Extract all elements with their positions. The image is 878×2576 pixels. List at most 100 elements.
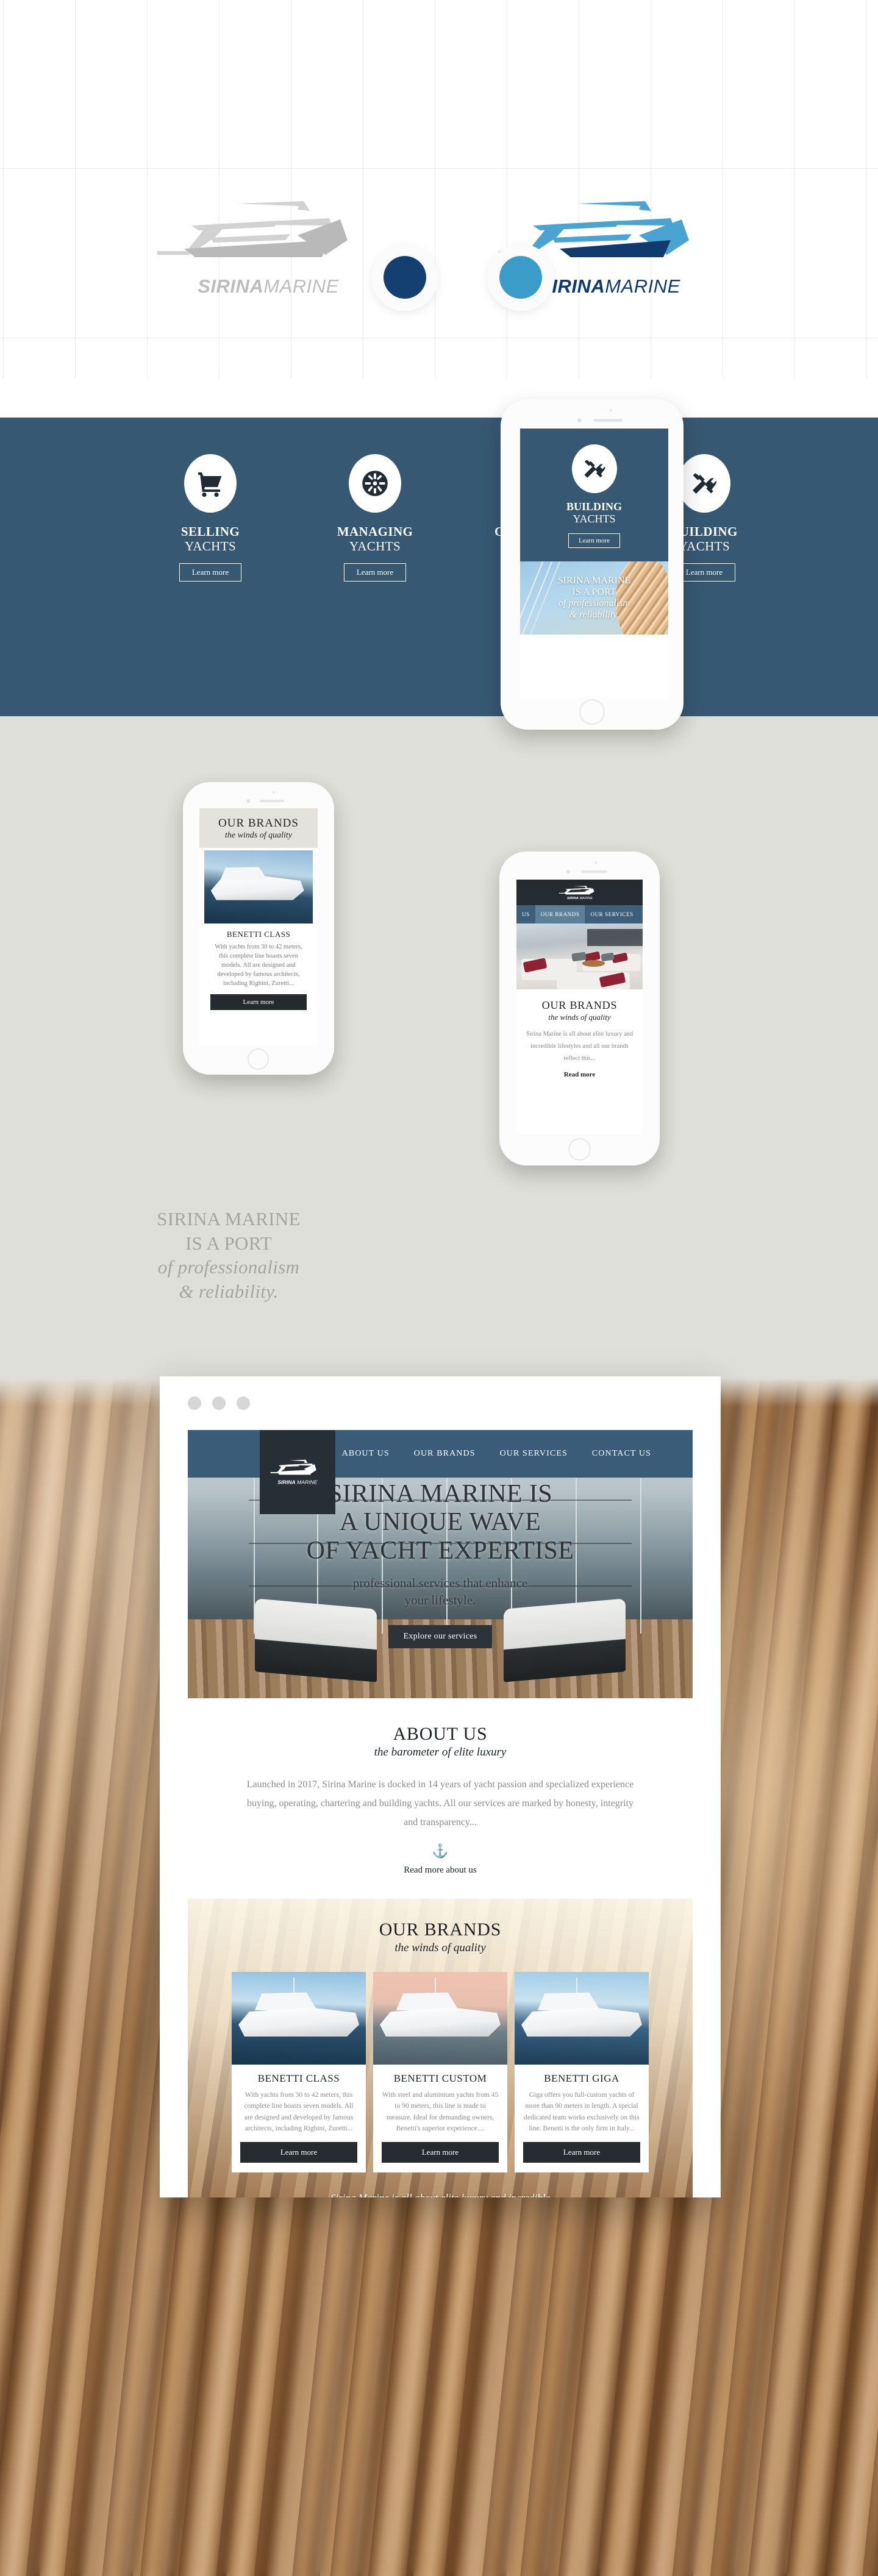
explore-services-button[interactable]: Explore our services <box>388 1624 492 1648</box>
service-item-selling[interactable]: SELLING YACHTS Learn more <box>152 454 268 582</box>
nav-item[interactable]: CO <box>639 905 643 923</box>
front-camera <box>577 418 582 422</box>
logo-presentation-section: SIRINAMARINE SIRINAMARINE <box>0 0 878 378</box>
nav-item-our-brands[interactable]: OUR BRANDS <box>414 1449 476 1459</box>
phone-brands-header: OUR BRANDS the winds of quality <box>199 808 318 848</box>
read-more-link[interactable]: Read more <box>564 1071 595 1078</box>
about-paragraph: Launched in 2017, Sirina Marine is docke… <box>246 1779 634 1828</box>
brand-card[interactable]: BENETTI CLASS With yachts from 30 to 42 … <box>232 1971 366 2173</box>
svg-text:SIRINA MARINE: SIRINA MARINE <box>567 897 593 900</box>
about-section: ABOUT US the barometer of elite luxury L… <box>188 1698 693 1899</box>
nav-item-contact-us[interactable]: CONTACT US <box>592 1449 651 1459</box>
hero-headline: SIRINA MARINE IS A UNIQUE WAVE OF YACHT … <box>306 1480 574 1565</box>
anchor-icon: ⚓ <box>432 1843 449 1859</box>
shopping-cart-icon <box>184 454 237 513</box>
brand-photo <box>373 1971 507 2065</box>
sensor-dot <box>594 861 597 864</box>
phone-hero-text: SIRINA MARINE IS A PORT of professionali… <box>557 575 631 620</box>
brand-description: With yachts from 30 to 42 meters, this c… <box>215 944 302 987</box>
phone-screen: OUR BRANDS the winds of quality BENETTI … <box>199 808 318 1046</box>
home-button[interactable] <box>579 699 605 725</box>
service-label: MANAGING YACHTS <box>337 524 413 553</box>
brands-tagline: Sirina Marine is all about elite luxury … <box>188 2172 693 2197</box>
yacht-lounge-photo <box>516 923 643 989</box>
browser-titlebar <box>160 1376 721 1430</box>
phone-mockup-services: BUILDING YACHTS Learn more SIRINA MARINE… <box>501 399 683 730</box>
light-blue-swatch <box>487 244 554 311</box>
brand-card[interactable]: BENETTI GIGA Giga offers you full-custom… <box>515 1971 649 2173</box>
phone-mockup-brands-page: SIRINA MARINE US OUR BRANDS OUR SERVICES… <box>499 852 660 1165</box>
brands-subheading: the winds of quality <box>394 1941 486 1954</box>
learn-more-button[interactable]: Learn more <box>343 563 407 582</box>
svg-text:SIRINA MARINE: SIRINA MARINE <box>277 1479 318 1485</box>
color-swatch-row <box>0 244 878 311</box>
brand-name: BENETTI GIGA <box>544 2072 619 2084</box>
front-camera <box>566 870 570 873</box>
section-heading: OUR BRANDS <box>218 817 299 830</box>
sail-wires <box>520 561 547 635</box>
home-button[interactable] <box>248 1048 269 1070</box>
phone-logo-bar: SIRINA MARINE <box>516 880 643 905</box>
nav-item-active[interactable]: OUR BRANDS <box>535 905 585 923</box>
phone-screen: SIRINA MARINE US OUR BRANDS OUR SERVICES… <box>516 880 643 1134</box>
service-label: BUILDING YACHTS <box>566 500 623 525</box>
ships-wheel-icon <box>349 454 401 513</box>
window-maximize-dot[interactable] <box>237 1397 250 1410</box>
sensor-dot <box>273 791 275 794</box>
about-subheading: the barometer of elite luxury <box>374 1746 507 1759</box>
phone-nav[interactable]: US OUR BRANDS OUR SERVICES CO <box>516 905 643 923</box>
window-minimize-dot[interactable] <box>212 1397 226 1410</box>
brand-card: BENETTI CLASS With yachts from 30 to 42 … <box>204 923 313 1017</box>
brands-card-row: BENETTI CLASS With yachts from 30 to 42 … <box>188 1971 693 2173</box>
section-subheading: the winds of quality <box>224 831 293 840</box>
phone-brands-body: OUR BRANDS the winds of quality Sirina M… <box>516 989 643 1091</box>
nav-item[interactable]: US <box>516 905 535 923</box>
section-heading: OUR BRANDS <box>541 999 618 1011</box>
nav-item[interactable]: OUR SERVICES <box>585 905 638 923</box>
brands-heading: OUR BRANDS <box>379 1919 502 1940</box>
learn-more-button[interactable]: Learn more <box>382 2142 499 2163</box>
phone-service-card[interactable]: BUILDING YACHTS Learn more <box>520 429 668 562</box>
brands-header: OUR BRANDS the winds of quality <box>188 1920 693 1955</box>
nav-item-our-services[interactable]: OUR SERVICES <box>500 1449 568 1459</box>
brand-card[interactable]: BENETTI CUSTOM With steel and aluminium … <box>373 1971 507 2173</box>
learn-more-button[interactable]: Learn more <box>523 2142 640 2163</box>
window-close-dot[interactable] <box>188 1397 201 1410</box>
phone-screen: BUILDING YACHTS Learn more SIRINA MARINE… <box>520 429 668 699</box>
nav-item-about-us[interactable]: ABOUT US <box>342 1449 390 1459</box>
hammer-wrench-icon <box>571 444 617 493</box>
website-page: ABOUT US OUR BRANDS OUR SERVICES CONTACT… <box>188 1430 693 2197</box>
learn-more-button[interactable]: Learn more <box>240 2142 357 2163</box>
sensor-dot <box>609 409 612 412</box>
learn-more-button[interactable]: Learn more <box>568 533 620 549</box>
learn-more-button[interactable]: Learn more <box>179 563 242 582</box>
site-logo[interactable]: SIRINA MARINE <box>260 1430 335 1514</box>
about-heading: ABOUT US <box>393 1724 488 1744</box>
brand-photo <box>232 1971 366 2065</box>
brand-name: BENETTI CLASS <box>226 930 291 939</box>
read-more-about-us-link[interactable]: Read more about us <box>404 1865 477 1876</box>
gray-tagline: SIRINA MARINE IS A PORT of professionali… <box>157 1208 301 1303</box>
home-button[interactable] <box>568 1138 591 1161</box>
brand-description: With steel and aluminium yachts from 45 … <box>382 2091 499 2133</box>
service-label: SELLING YACHTS <box>180 524 240 553</box>
services-band-section: SELLING YACHTS Learn more MANAGING YACHT… <box>0 418 878 716</box>
earpiece-speaker <box>260 800 284 802</box>
service-item-managing[interactable]: MANAGING YACHTS Learn more <box>317 454 433 582</box>
navy-swatch <box>371 244 438 311</box>
yacht-logo-icon: SIRINA MARINE <box>559 886 594 900</box>
front-camera <box>246 799 250 803</box>
brand-name: BENETTI CUSTOM <box>393 2072 487 2084</box>
services-band-row: SELLING YACHTS Learn more MANAGING YACHT… <box>0 454 878 582</box>
brand-description: Giga offers you full-custom yachts of mo… <box>524 2091 640 2133</box>
gray-showcase-section: SIRINA MARINE IS A PORT of professionali… <box>0 716 878 1378</box>
brand-description: With yachts from 30 to 42 meters, this c… <box>244 2091 354 2133</box>
brand-name: BENETTI CLASS <box>257 2072 340 2084</box>
earpiece-speaker <box>581 870 607 873</box>
phone-mockup-brand-card: OUR BRANDS the winds of quality BENETTI … <box>183 782 334 1075</box>
brand-photo <box>515 1971 649 2065</box>
learn-more-button[interactable]: Learn more <box>210 994 307 1010</box>
hammer-wrench-icon <box>678 454 730 513</box>
phone-hero-banner: SIRINA MARINE IS A PORT of professionali… <box>520 561 668 635</box>
section-paragraph: Sirina Marine is all about elite luxury … <box>526 1031 634 1062</box>
